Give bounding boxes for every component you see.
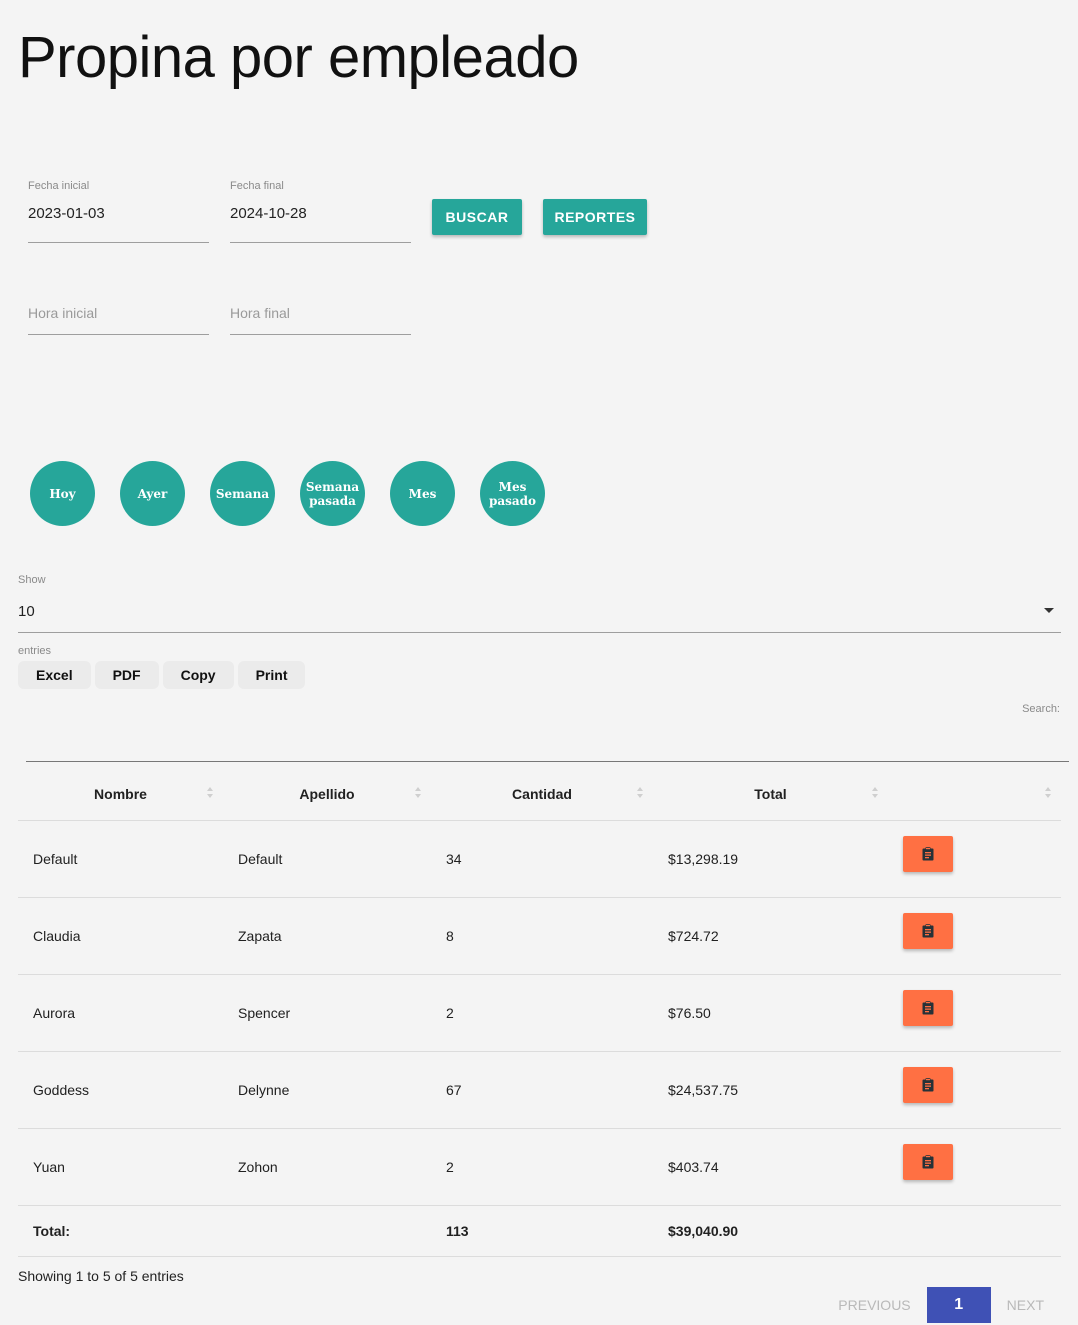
entries-select[interactable]: 10 xyxy=(18,600,1061,633)
excel-button[interactable]: Excel xyxy=(18,661,91,689)
end-date-label: Fecha final xyxy=(230,180,284,192)
cell-nombre: Claudia xyxy=(18,897,223,975)
show-label: Show xyxy=(18,574,46,586)
cell-actions xyxy=(888,974,1061,1052)
chevron-down-icon xyxy=(1044,608,1054,613)
detail-button[interactable] xyxy=(903,913,953,949)
detail-button[interactable] xyxy=(903,836,953,872)
footer-total: $39,040.90 xyxy=(653,1205,888,1257)
range-yesterday-button[interactable]: Ayer xyxy=(120,461,185,526)
footer-empty xyxy=(223,1205,431,1257)
sort-icon xyxy=(1045,787,1051,798)
clipboard-icon xyxy=(922,924,934,938)
start-time-input[interactable]: Hora inicial xyxy=(28,305,209,335)
column-header-nombre[interactable]: Nombre xyxy=(18,768,223,821)
column-header-total[interactable]: Total xyxy=(653,768,888,821)
table-row: Default Default 34 $13,298.19 xyxy=(18,820,1061,898)
cell-nombre: Goddess xyxy=(18,1051,223,1129)
cell-total: $403.74 xyxy=(653,1128,888,1206)
cell-nombre: Default xyxy=(18,820,223,898)
range-today-button[interactable]: Hoy xyxy=(30,461,95,526)
clipboard-icon xyxy=(922,1155,934,1169)
cell-apellido: Zohon xyxy=(223,1128,431,1206)
sort-icon xyxy=(872,787,878,798)
end-time-input[interactable]: Hora final xyxy=(230,305,411,335)
start-time-field[interactable]: Hora inicial xyxy=(28,305,209,335)
sort-icon xyxy=(207,787,213,798)
range-last-month-button[interactable]: Mes pasado xyxy=(480,461,545,526)
cell-apellido: Default xyxy=(223,820,431,898)
cell-cantidad: 67 xyxy=(431,1051,653,1129)
print-button[interactable]: Print xyxy=(237,661,306,689)
table-row: Aurora Spencer 2 $76.50 xyxy=(18,974,1061,1052)
column-header-apellido[interactable]: Apellido xyxy=(223,768,431,821)
cell-cantidad: 8 xyxy=(431,897,653,975)
cell-actions xyxy=(888,1128,1061,1206)
clipboard-icon xyxy=(922,847,934,861)
end-date-input[interactable]: 2024-10-28 xyxy=(230,205,411,243)
table-footer-row: Total: 113 $39,040.90 xyxy=(18,1205,1061,1257)
detail-button[interactable] xyxy=(903,1067,953,1103)
page-title: Propina por empleado xyxy=(18,25,579,90)
tips-table: Nombre Apellido Cantidad Total Default D… xyxy=(18,768,1061,1257)
cell-cantidad: 2 xyxy=(431,1128,653,1206)
table-row: Goddess Delynne 67 $24,537.75 xyxy=(18,1051,1061,1129)
copy-button[interactable]: Copy xyxy=(162,661,234,689)
entries-select-value: 10 xyxy=(18,603,35,620)
cell-actions xyxy=(888,897,1061,975)
cell-apellido: Spencer xyxy=(223,974,431,1052)
search-input[interactable] xyxy=(26,761,1069,762)
cell-actions xyxy=(888,820,1061,898)
footer-empty xyxy=(888,1205,1061,1257)
sort-icon xyxy=(415,787,421,798)
cell-cantidad: 2 xyxy=(431,974,653,1052)
table-info: Showing 1 to 5 of 5 entries xyxy=(18,1268,184,1284)
sort-icon xyxy=(637,787,643,798)
footer-total-label: Total: xyxy=(18,1205,223,1257)
table-header-row: Nombre Apellido Cantidad Total xyxy=(18,768,1061,821)
end-date-field[interactable]: Fecha final 2024-10-28 xyxy=(230,180,411,243)
search-label: Search: xyxy=(1022,703,1060,715)
clipboard-icon xyxy=(922,1001,934,1015)
cell-cantidad: 34 xyxy=(431,820,653,898)
cell-total: $24,537.75 xyxy=(653,1051,888,1129)
cell-total: $76.50 xyxy=(653,974,888,1052)
range-last-week-button[interactable]: Semana pasada xyxy=(300,461,365,526)
end-time-field[interactable]: Hora final xyxy=(230,305,411,335)
start-date-field[interactable]: Fecha inicial 2023-01-03 xyxy=(28,180,209,243)
search-button[interactable]: BUSCAR xyxy=(432,199,522,235)
start-date-label: Fecha inicial xyxy=(28,180,90,192)
cell-actions xyxy=(888,1051,1061,1129)
cell-apellido: Zapata xyxy=(223,897,431,975)
current-page-button[interactable]: 1 xyxy=(926,1287,991,1323)
clipboard-icon xyxy=(922,1078,934,1092)
previous-page-button[interactable]: PREVIOUS xyxy=(822,1297,926,1313)
footer-cantidad: 113 xyxy=(431,1205,653,1257)
cell-apellido: Delynne xyxy=(223,1051,431,1129)
table-row: Claudia Zapata 8 $724.72 xyxy=(18,897,1061,975)
cell-nombre: Yuan xyxy=(18,1128,223,1206)
pdf-button[interactable]: PDF xyxy=(94,661,159,689)
export-buttons: Excel PDF Copy Print xyxy=(18,661,306,689)
entries-label: entries xyxy=(18,645,52,657)
range-month-button[interactable]: Mes xyxy=(390,461,455,526)
cell-total: $13,298.19 xyxy=(653,820,888,898)
detail-button[interactable] xyxy=(903,1144,953,1180)
cell-total: $724.72 xyxy=(653,897,888,975)
cell-nombre: Aurora xyxy=(18,974,223,1052)
pagination: PREVIOUS 1 NEXT xyxy=(822,1287,1060,1323)
column-header-actions[interactable] xyxy=(888,768,1061,821)
reports-button[interactable]: REPORTES xyxy=(543,199,647,235)
column-header-cantidad[interactable]: Cantidad xyxy=(431,768,653,821)
detail-button[interactable] xyxy=(903,990,953,1026)
range-week-button[interactable]: Semana xyxy=(210,461,275,526)
next-page-button[interactable]: NEXT xyxy=(991,1297,1060,1313)
table-row: Yuan Zohon 2 $403.74 xyxy=(18,1128,1061,1206)
start-date-input[interactable]: 2023-01-03 xyxy=(28,205,209,243)
